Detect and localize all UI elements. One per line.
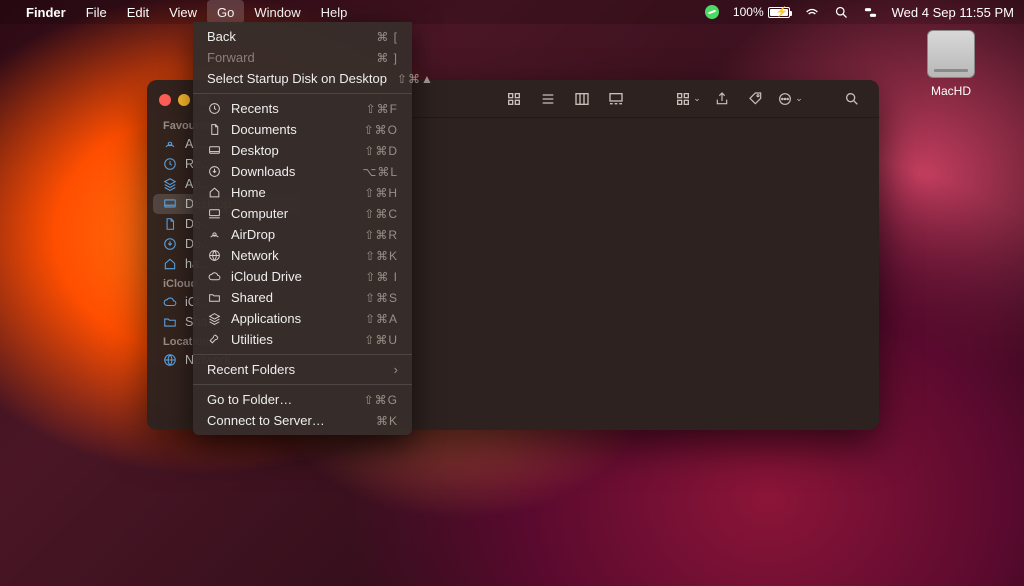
menu-item-label: Applications (231, 311, 355, 326)
folder-icon (163, 315, 177, 329)
status-indicator-icon[interactable] (705, 5, 719, 19)
globe-icon (207, 249, 221, 262)
tags-button[interactable] (743, 88, 769, 110)
download-icon (207, 165, 221, 178)
menu-startup-disk[interactable]: Select Startup Disk on Desktop ⇧⌘▲ (193, 68, 412, 89)
submenu-arrow-icon: › (394, 362, 398, 377)
menubar-edit[interactable]: Edit (117, 0, 159, 24)
menu-item-shortcut: ⇧⌘U (364, 333, 398, 347)
menu-item-shortcut: ⇧⌘A (365, 312, 398, 326)
apps-icon (163, 177, 177, 191)
menu-item-label: Recents (231, 101, 356, 116)
apps-icon (207, 312, 221, 325)
menu-item-label: iCloud Drive (231, 269, 355, 284)
menu-network[interactable]: Network ⇧⌘K (193, 245, 412, 266)
battery-icon: ⚡ (768, 7, 790, 18)
menu-downloads[interactable]: Downloads ⌥⌘L (193, 161, 412, 182)
close-button[interactable] (159, 94, 171, 106)
menu-item-shortcut: ⇧⌘S (365, 291, 398, 305)
menubar-help[interactable]: Help (311, 0, 358, 24)
airdrop-icon (207, 228, 221, 241)
view-list-button[interactable] (535, 88, 561, 110)
home-icon (207, 186, 221, 199)
menu-item-shortcut: ⇧⌘F (366, 102, 398, 116)
menu-item-label: Network (231, 248, 355, 263)
menu-item-shortcut: ⇧⌘D (364, 144, 398, 158)
clock-icon (163, 157, 177, 171)
menu-item-label: Computer (231, 206, 354, 221)
menu-item-shortcut: ⇧⌘K (365, 249, 398, 263)
menu-home[interactable]: Home ⇧⌘H (193, 182, 412, 203)
menu-back[interactable]: Back ⌘ [ (193, 26, 412, 47)
menu-item-label: AirDrop (231, 227, 354, 242)
spotlight-icon[interactable] (834, 5, 849, 20)
utilities-icon (207, 333, 221, 346)
battery-status[interactable]: 100% ⚡ (733, 5, 790, 19)
menubar-view[interactable]: View (159, 0, 207, 24)
menu-recent-folders[interactable]: Recent Folders › (193, 359, 412, 380)
globe-icon (163, 353, 177, 367)
menu-separator (193, 93, 412, 94)
menu-item-shortcut: ⇧⌘O (364, 123, 398, 137)
menu-item-shortcut: ⇧⌘H (364, 186, 398, 200)
doc-icon (207, 123, 221, 136)
menu-desktop[interactable]: Desktop ⇧⌘D (193, 140, 412, 161)
menu-separator (193, 384, 412, 385)
cloud-icon (207, 270, 221, 283)
view-columns-button[interactable] (569, 88, 595, 110)
clock-icon (207, 102, 221, 115)
menu-item-label: Utilities (231, 332, 354, 347)
menu-go-to-folder[interactable]: Go to Folder… ⇧⌘G (193, 389, 412, 410)
menu-item-shortcut: ⇧⌘C (364, 207, 398, 221)
menu-item-label: Desktop (231, 143, 354, 158)
view-gallery-button[interactable] (603, 88, 629, 110)
menu-item-shortcut: ⇧⌘R (364, 228, 398, 242)
menu-recents[interactable]: Recents ⇧⌘F (193, 98, 412, 119)
menu-item-shortcut: ⌥⌘L (362, 165, 398, 179)
menu-documents[interactable]: Documents ⇧⌘O (193, 119, 412, 140)
control-center-icon[interactable] (863, 5, 878, 20)
menu-utilities[interactable]: Utilities ⇧⌘U (193, 329, 412, 350)
view-icons-button[interactable] (501, 88, 527, 110)
menu-separator (193, 354, 412, 355)
menu-applications[interactable]: Applications ⇧⌘A (193, 308, 412, 329)
menubar-go[interactable]: Go (207, 0, 244, 24)
menubar-clock[interactable]: Wed 4 Sep 11:55 PM (892, 5, 1014, 20)
menubar-window[interactable]: Window (244, 0, 310, 24)
menubar-app-name[interactable]: Finder (16, 0, 76, 24)
cloud-icon (163, 295, 177, 309)
hard-drive-icon (927, 30, 975, 78)
desktop-drive-label: MacHD (916, 84, 986, 98)
menu-airdrop[interactable]: AirDrop ⇧⌘R (193, 224, 412, 245)
airdrop-icon (163, 137, 177, 151)
search-button[interactable] (839, 88, 865, 110)
go-menu-dropdown: Back ⌘ [ Forward ⌘ ] Select Startup Disk… (193, 22, 412, 435)
desktop-drive-icon[interactable]: MacHD (916, 30, 986, 98)
menu-forward: Forward ⌘ ] (193, 47, 412, 68)
menu-item-shortcut: ⇧⌘ I (365, 270, 398, 284)
menubar-file[interactable]: File (76, 0, 117, 24)
menu-item-label: Home (231, 185, 354, 200)
menu-item-label: Downloads (231, 164, 352, 179)
desktop-icon (163, 197, 177, 211)
minimize-button[interactable] (178, 94, 190, 106)
battery-percent: 100% (733, 5, 764, 19)
group-button[interactable]: ⌄ (675, 88, 701, 110)
doc-icon (163, 217, 177, 231)
home-icon (163, 257, 177, 271)
download-icon (163, 237, 177, 251)
share-button[interactable] (709, 88, 735, 110)
menu-icloud drive[interactable]: iCloud Drive ⇧⌘ I (193, 266, 412, 287)
action-button[interactable]: ⌄ (777, 88, 803, 110)
menu-connect-server[interactable]: Connect to Server… ⌘K (193, 410, 412, 431)
wifi-icon[interactable] (804, 4, 820, 20)
menu-item-label: Shared (231, 290, 355, 305)
menu-item-label: Documents (231, 122, 354, 137)
menu-shared[interactable]: Shared ⇧⌘S (193, 287, 412, 308)
desktop-icon (207, 144, 221, 157)
computer-icon (207, 207, 221, 220)
folder-icon (207, 291, 221, 304)
menubar: Finder File Edit View Go Window Help 100… (0, 0, 1024, 24)
menu-computer[interactable]: Computer ⇧⌘C (193, 203, 412, 224)
